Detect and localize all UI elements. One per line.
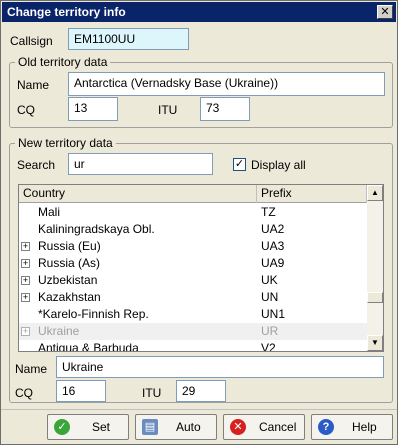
old-name-label: Name	[17, 78, 50, 92]
prefix-cell: UR	[261, 324, 279, 338]
table-row[interactable]: + Kazakhstan UN	[19, 289, 367, 306]
expand-icon[interactable]: +	[21, 293, 30, 302]
prefix-cell: V2	[261, 341, 276, 352]
help-icon: ?	[318, 419, 334, 435]
document-icon: ▤	[142, 419, 158, 435]
country-cell: Ukraine	[38, 324, 80, 338]
country-cell: Russia (As)	[38, 256, 101, 270]
grid-header: Country Prefix	[19, 185, 367, 203]
old-itu-label: ITU	[158, 103, 178, 117]
prefix-cell: UA9	[261, 256, 285, 270]
change-territory-dialog: Change territory info ✕ Callsign EM1100U…	[0, 0, 398, 445]
auto-button[interactable]: ▤ Auto	[135, 414, 217, 440]
new-itu-label: ITU	[142, 386, 162, 400]
prefix-cell: UK	[261, 273, 278, 287]
new-cq-field[interactable]: 16	[56, 380, 106, 402]
country-cell: Russia (Eu)	[38, 239, 101, 253]
column-header-prefix[interactable]: Prefix	[257, 185, 367, 203]
scroll-thumb[interactable]	[367, 292, 383, 303]
grid-scrollbar[interactable]: ▲ ▼	[367, 185, 383, 351]
country-cell: Kaliningradskaya Obl.	[38, 222, 155, 236]
new-name-label: Name	[15, 362, 48, 376]
old-cq-field[interactable]: 13	[68, 97, 118, 121]
table-row[interactable]: + Russia (Eu) UA3	[19, 238, 367, 255]
prefix-cell: TZ	[261, 205, 276, 219]
window-title: Change territory info	[7, 5, 126, 19]
country-cell: Mali	[38, 205, 61, 219]
prefix-cell: UA3	[261, 239, 285, 253]
display-all-checkbox[interactable]: ✓	[233, 158, 246, 171]
auto-button-label: Auto	[176, 420, 201, 434]
separator	[1, 409, 397, 410]
column-header-country[interactable]: Country	[19, 185, 257, 203]
prefix-cell: UN1	[261, 307, 286, 321]
prefix-cell: UN	[261, 290, 279, 304]
country-cell: Kazakhstan	[38, 290, 101, 304]
help-button[interactable]: ? Help	[311, 414, 393, 440]
expand-icon[interactable]: +	[21, 259, 30, 268]
table-row[interactable]: + Uzbekistan UK	[19, 272, 367, 289]
expand-icon[interactable]: +	[21, 242, 30, 251]
display-all-label[interactable]: Display all	[251, 158, 306, 172]
table-row[interactable]: + Ukraine UR	[19, 323, 367, 340]
old-territory-title: Old territory data	[15, 55, 111, 69]
new-name-field[interactable]: Ukraine	[56, 356, 384, 378]
country-grid[interactable]: Country Prefix Mali TZ Kaliningradskaya …	[18, 184, 384, 352]
expand-icon[interactable]: +	[21, 327, 30, 336]
old-itu-field[interactable]: 73	[200, 97, 250, 121]
close-button[interactable]: ✕	[377, 5, 393, 19]
table-row[interactable]: Antigua & Barbuda V2	[19, 340, 367, 352]
cancel-button[interactable]: ✕ Cancel	[223, 414, 305, 440]
table-row[interactable]: + Russia (As) UA9	[19, 255, 367, 272]
search-input[interactable]: ur	[68, 153, 213, 175]
new-cq-label: CQ	[15, 386, 33, 400]
scroll-down-button[interactable]: ▼	[367, 335, 383, 351]
cancel-button-label: Cancel	[259, 420, 297, 434]
check-icon: ✓	[54, 419, 70, 435]
scroll-up-button[interactable]: ▲	[367, 185, 383, 201]
help-button-label: Help	[352, 420, 377, 434]
set-button-label: Set	[92, 420, 111, 434]
old-name-field[interactable]: Antarctica (Vernadsky Base (Ukraine))	[68, 72, 385, 96]
country-cell: *Karelo-Finnish Rep.	[38, 307, 149, 321]
table-row[interactable]: Mali TZ	[19, 204, 367, 221]
new-territory-title: New territory data	[15, 136, 116, 150]
callsign-label: Callsign	[10, 34, 53, 48]
search-label: Search	[17, 158, 56, 172]
old-cq-label: CQ	[17, 103, 35, 117]
prefix-cell: UA2	[261, 222, 285, 236]
title-bar[interactable]: Change territory info ✕	[2, 2, 396, 22]
country-cell: Antigua & Barbuda	[38, 341, 139, 352]
set-button[interactable]: ✓ Set	[47, 414, 129, 440]
callsign-field[interactable]: EM1100UU	[68, 28, 189, 50]
close-icon: ✕	[230, 419, 246, 435]
table-row[interactable]: Kaliningradskaya Obl. UA2	[19, 221, 367, 238]
new-itu-field[interactable]: 29	[176, 380, 226, 402]
country-cell: Uzbekistan	[38, 273, 98, 287]
table-row[interactable]: *Karelo-Finnish Rep. UN1	[19, 306, 367, 323]
expand-icon[interactable]: +	[21, 276, 30, 285]
